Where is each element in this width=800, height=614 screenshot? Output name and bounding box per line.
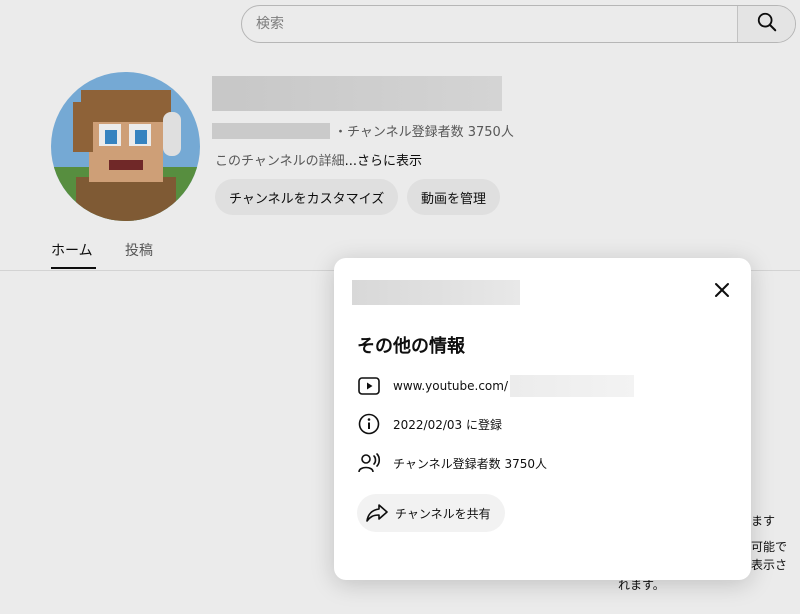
close-button[interactable] [710, 280, 734, 304]
subscriber-count-detail: チャンネル登録者数 3750人 [393, 456, 547, 471]
about-dialog: その他の情報 www.youtube.com/ 2022/02/03 に登録 チ… [334, 258, 751, 580]
channel-url-row: www.youtube.com/ [357, 374, 635, 398]
share-label: チャンネルを共有 [395, 506, 491, 521]
dialog-title-redacted [352, 280, 520, 305]
close-icon [713, 281, 731, 303]
share-icon [365, 501, 389, 525]
section-title: その他の情報 [357, 336, 465, 357]
channel-url-redacted [510, 375, 635, 397]
person-icon [357, 451, 381, 475]
channel-url[interactable]: www.youtube.com/ [393, 379, 508, 393]
info-icon [357, 412, 381, 436]
subscribers-row: チャンネル登録者数 3750人 [357, 451, 547, 475]
play-icon [357, 374, 381, 398]
share-channel-button[interactable]: チャンネルを共有 [357, 494, 505, 532]
joined-date: 2022/02/03 に登録 [393, 417, 502, 432]
joined-date-row: 2022/02/03 に登録 [357, 412, 502, 436]
